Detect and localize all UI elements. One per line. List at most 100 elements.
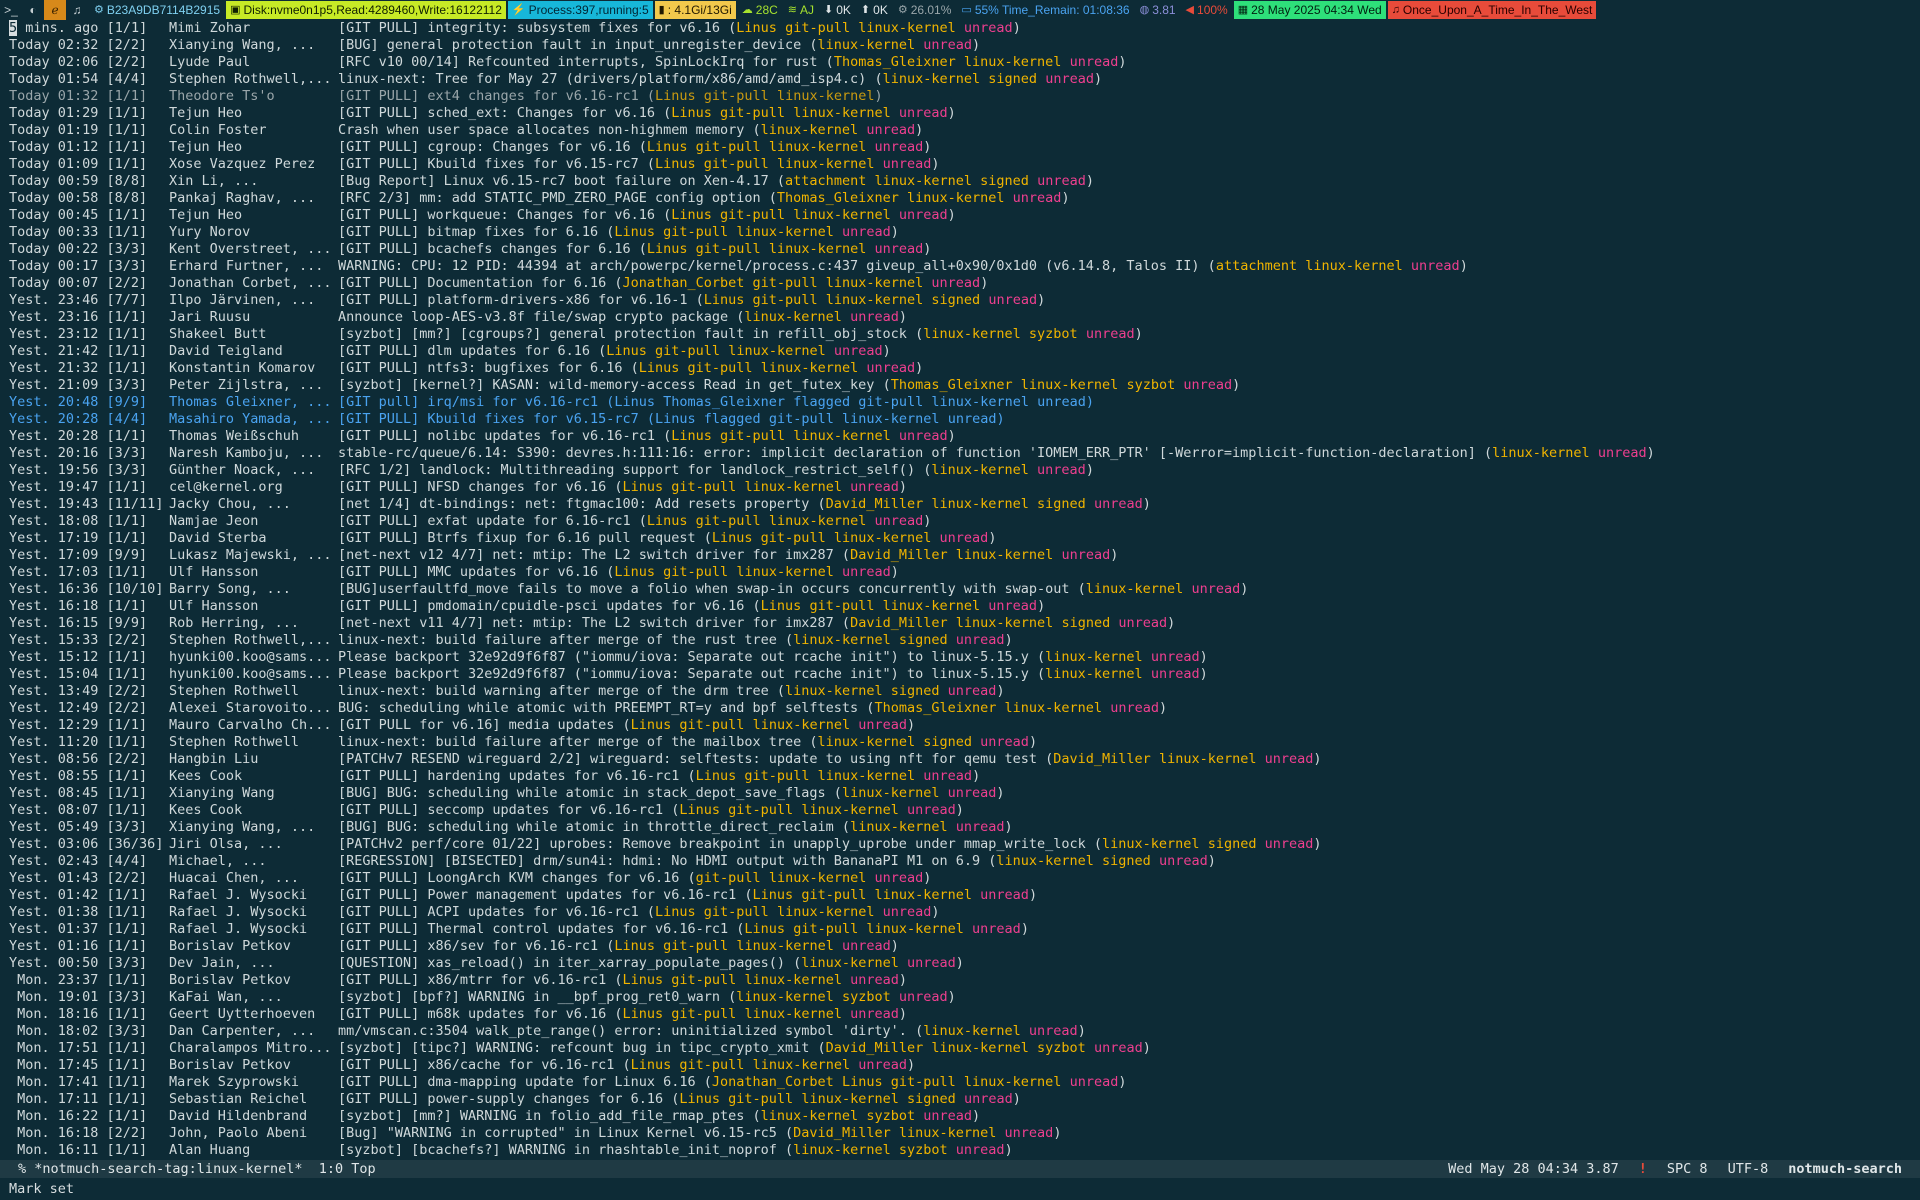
thread-row[interactable]: Yest. 20:48 [9/9] Thomas Gleixner, ... [GI… [0,394,1920,411]
thread-row[interactable]: Yest. 15:33 [2/2] Stephen Rothwell,... lin… [0,632,1920,649]
thread-row[interactable]: Yest. 19:43 [11/11] Jacky Chou, ... [net 1… [0,496,1920,513]
thread-count: [3/3] [106,258,148,274]
thread-row[interactable]: Mon. 17:41 [1/1] Marek Szyprowski [GIT PUL… [0,1074,1920,1091]
thread-tag: unread [955,1142,1005,1158]
thread-row[interactable]: Mon. 16:18 [2/2] John, Paolo Abeni [Bug] "… [0,1125,1920,1142]
thread-row[interactable]: Yest. 17:19 [1/1] David Sterba [GIT PULL] … [0,530,1920,547]
thread-row[interactable]: Mon. 16:11 [1/1] Alan Huang [syzbot] [bcac… [0,1142,1920,1159]
thread-subject: [GIT PULL] m68k updates for v6.16 (Linus… [338,1006,908,1022]
thread-row[interactable]: Today 00:33 [1/1] Yury Norov [GIT PULL] bi… [0,224,1920,241]
thread-tag: unread [923,37,973,53]
thread-tag: unread [1093,496,1143,512]
thread-subject: [BUG] BUG: scheduling while atomic in th… [338,819,1013,835]
thread-row[interactable]: Yest. 17:09 [9/9] Lukasz Majewski, ... [ne… [0,547,1920,564]
thread-row[interactable]: Yest. 08:55 [1/1] Kees Cook [GIT PULL] har… [0,768,1920,785]
thread-tag: git-pull [687,360,753,376]
thread-row[interactable]: Yest. 15:04 [1/1] hyunki00.koo@sams... Ple… [0,666,1920,683]
emacs-icon[interactable]: ℯ [44,0,66,20]
thread-row[interactable]: Mon. 17:51 [1/1] Charalampos Mitro... [syz… [0,1040,1920,1057]
thread-row[interactable]: Yest. 20:16 [3/3] Naresh Kamboju, ... stab… [0,445,1920,462]
thread-row[interactable]: Today 00:17 [3/3] Erhard Furtner, ... WARN… [0,258,1920,275]
thread-authors: Xianying Wang, ... [169,819,316,835]
thread-row[interactable]: Mon. 18:02 [3/3] Dan Carpenter, ... mm/vms… [0,1023,1920,1040]
thread-row[interactable]: Today 01:29 [1/1] Tejun Heo [GIT PULL] sch… [0,105,1920,122]
thread-row[interactable]: Today 01:12 [1/1] Tejun Heo [GIT PULL] cgr… [0,139,1920,156]
thread-row[interactable]: Yest. 19:56 [3/3] Günther Noack, ... [RFC … [0,462,1920,479]
thread-date: Yest. 01:43 [2/2] [9,870,169,887]
thread-row[interactable]: Yest. 12:29 [1/1] Mauro Carvalho Ch... [GI… [0,717,1920,734]
thread-row[interactable]: Yest. 08:56 [2/2] Hangbin Liu [PATCHv7 RES… [0,751,1920,768]
thread-row[interactable]: Yest. 05:49 [3/3] Xianying Wang, ... [BUG]… [0,819,1920,836]
thread-row[interactable]: Yest. 01:38 [1/1] Rafael J. Wysocki [GIT P… [0,904,1920,921]
thread-row[interactable]: Yest. 01:43 [2/2] Huacai Chen, ... [GIT PU… [0,870,1920,887]
thread-row[interactable]: Yest. 21:32 [1/1] Konstantin Komarov [GIT … [0,360,1920,377]
thread-row[interactable]: Yest. 11:20 [1/1] Stephen Rothwell linux-n… [0,734,1920,751]
thread-tag: syzbot [1028,326,1078,342]
thread-tag: unread [1118,615,1168,631]
thread-row[interactable]: Today 00:45 [1/1] Tejun Heo [GIT PULL] wor… [0,207,1920,224]
thread-row[interactable]: Today 00:22 [3/3] Kent Overstreet, ... [GI… [0,241,1920,258]
thread-row[interactable]: Today 02:06 [2/2] Lyude Paul [RFC v10 00/1… [0,54,1920,71]
thread-row[interactable]: Yest. 03:06 [36/36] Jiri Olsa, ... [PATCHv… [0,836,1920,853]
thread-tag: linux-kernel [841,785,940,801]
thread-row[interactable]: Yest. 21:09 [3/3] Peter Zijlstra, ... [syz… [0,377,1920,394]
thread-row[interactable]: Yest. 18:08 [1/1] Namjae Jeon [GIT PULL] e… [0,513,1920,530]
thread-tag: Linus [646,513,688,529]
thread-tag: unread [955,632,1005,648]
thread-tag: unread [1085,326,1135,342]
thread-row[interactable]: Yest. 00:50 [3/3] Dev Jain, ... [QUESTION]… [0,955,1920,972]
thread-date: Yest. 12:29 [1/1] [9,717,169,734]
thread-tag: unread [1110,700,1159,716]
thread-row[interactable]: Yest. 23:46 [7/7] Ilpo Järvinen, ... [GIT … [0,292,1920,309]
thread-row[interactable]: Today 00:59 [8/8] Xin Li, ... [Bug Report]… [0,173,1920,190]
thread-row[interactable]: Today 01:09 [1/1] Xose Vazquez Perez [GIT … [0,156,1920,173]
thread-row[interactable]: Yest. 01:37 [1/1] Rafael J. Wysocki [GIT P… [0,921,1920,938]
thread-row[interactable]: Yest. 08:45 [1/1] Xianying Wang [BUG] BUG:… [0,785,1920,802]
thread-row[interactable]: Yest. 23:16 [1/1] Jari Ruusu Announce loop… [0,309,1920,326]
thread-row[interactable]: Mon. 17:11 [1/1] Sebastian Reichel [GIT PU… [0,1091,1920,1108]
thread-subject: [GIT PULL] Power management updates for … [338,887,1038,903]
thread-row[interactable]: Yest. 19:47 [1/1] cel@kernel.org [GIT PULL… [0,479,1920,496]
thread-row[interactable]: Today 01:54 [4/4] Stephen Rothwell,... lin… [0,71,1920,88]
thread-row[interactable]: Today 00:58 [8/8] Pankaj Raghav, ... [RFC … [0,190,1920,207]
thread-row[interactable]: Mon. 19:01 [3/3] KaFai Wan, ... [syzbot] [… [0,989,1920,1006]
thread-row[interactable]: Yest. 12:49 [2/2] Alexei Starovoito... BUG… [0,700,1920,717]
thread-date: Yest. 17:19 [1/1] [9,530,169,547]
thread-row[interactable]: Today 01:32 [1/1] Theodore Ts'o [GIT PULL]… [0,88,1920,105]
thread-row[interactable]: Yest. 20:28 [1/1] Thomas Weißschuh [GIT PU… [0,428,1920,445]
thread-row[interactable]: Yest. 01:16 [1/1] Borislav Petkov [GIT PUL… [0,938,1920,955]
wifi-segment-text: AJ [800,3,815,17]
thread-tag: Linus [638,360,680,376]
thread-row[interactable]: Yest. 20:28 [4/4] Masahiro Yamada, ... [GI… [0,411,1920,428]
thread-row[interactable]: Mon. 16:22 [1/1] David Hildenbrand [syzbot… [0,1108,1920,1125]
thread-row[interactable]: Mon. 18:16 [1/1] Geert Uytterhoeven [GIT P… [0,1006,1920,1023]
thread-row[interactable]: Yest. 02:43 [4/4] Michael, ... [REGRESSION… [0,853,1920,870]
thread-row[interactable]: Today 01:19 [1/1] Colin Foster Crash when … [0,122,1920,139]
thread-subject-text: [GIT PULL] workqueue: Changes for v6.16 [338,207,655,223]
thread-count: [1/1] [106,734,148,750]
thread-row[interactable]: Yest. 16:36 [10/10] Barry Song, ... [BUG]u… [0,581,1920,598]
thread-tag: linux-kernel [744,972,842,988]
thread-count: [1/1] [106,921,148,937]
thread-row[interactable]: Mon. 17:45 [1/1] Borislav Petkov [GIT PULL… [0,1057,1920,1074]
thread-tag: Linus [736,20,777,36]
thread-row[interactable]: Yest. 17:03 [1/1] Ulf Hansson [GIT PULL] M… [0,564,1920,581]
terminal-icon[interactable]: >_ [0,0,22,20]
linux-icon[interactable]: ♫ [66,0,88,20]
thread-date: Mon. 16:11 [1/1] [9,1142,169,1159]
thread-row[interactable]: Yest. 16:18 [1/1] Ulf Hansson [GIT PULL] p… [0,598,1920,615]
thread-row[interactable]: Today 02:32 [2/2] Xianying Wang, ... [BUG]… [0,37,1920,54]
thread-row[interactable]: Today 00:07 [2/2] Jonathan Corbet, ... [GI… [0,275,1920,292]
thread-row[interactable]: Yest. 01:42 [1/1] Rafael J. Wysocki [GIT P… [0,887,1920,904]
thread-row[interactable]: Yest. 15:12 [1/1] hyunki00.koo@sams... Ple… [0,649,1920,666]
thread-row[interactable]: Yest. 21:42 [1/1] David Teigland [GIT PULL… [0,343,1920,360]
thread-row[interactable]: 5 mins. ago [1/1] Mimi Zohar [GIT PULL] in… [0,20,1920,37]
thread-row[interactable]: Yest. 13:49 [2/2] Stephen Rothwell linux-n… [0,683,1920,700]
thread-row[interactable]: Yest. 23:12 [1/1] Shakeel Butt [syzbot] [m… [0,326,1920,343]
thread-tag: Linus [655,904,696,920]
thread-row[interactable]: Mon. 23:37 [1/1] Borislav Petkov [GIT PULL… [0,972,1920,989]
thread-row[interactable]: Yest. 08:07 [1/1] Kees Cook [GIT PULL] sec… [0,802,1920,819]
thread-tag: Linus [655,411,696,427]
firefox-icon[interactable]: ◐ [22,0,44,20]
thread-row[interactable]: Yest. 16:15 [9/9] Rob Herring, ... [net-ne… [0,615,1920,632]
